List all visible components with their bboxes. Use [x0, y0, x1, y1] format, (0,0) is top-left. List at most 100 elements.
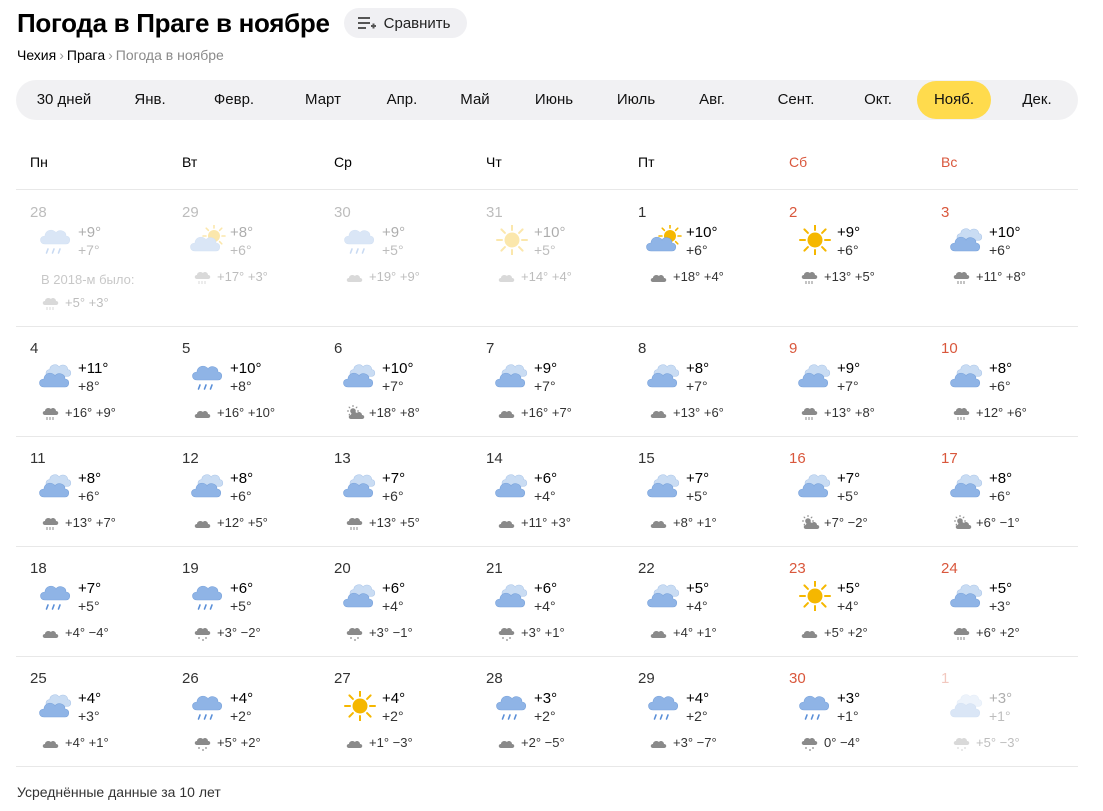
day-cell[interactable]: 10 +8° +6° +12° +6° [927, 327, 1077, 436]
day-cell[interactable]: 17 +8° +6° +6° −1° [927, 437, 1077, 546]
day-cell[interactable]: 7 +9° +7° +16° +7° [472, 327, 622, 436]
temp-max: +11° [78, 360, 109, 377]
temp-min: +5° [837, 488, 859, 504]
breadcrumb-country[interactable]: Чехия [17, 47, 56, 63]
day-cell[interactable]: 13 +7° +6° +13° +5° [320, 437, 470, 546]
day-cell[interactable]: 31 +10° +5° +14° +4° [472, 191, 622, 326]
temp-min: +4° [534, 488, 556, 504]
temp-min: +7° [78, 242, 100, 258]
day-cell[interactable]: 9 +9° +7° +13° +8° [775, 327, 925, 436]
hist-rain-icon [800, 269, 820, 285]
day-cell[interactable]: 1 +10° +6° +18° +4° [624, 191, 774, 326]
temp-min: +8° [78, 378, 100, 394]
day-cell[interactable]: 23 +5° +4° +5° +2° [775, 547, 925, 656]
day-cell[interactable]: 28 +3° +2° +2° −5° [472, 657, 622, 766]
day-cell[interactable]: 26 +4° +2° +5° +2° [168, 657, 318, 766]
cloud-icon [949, 225, 985, 255]
temp-min: +1° [989, 708, 1011, 724]
day-cell[interactable]: 28 +9° +7° В 2018-м было: +5° +3° [16, 191, 166, 326]
history-note: В 2018-м было: [41, 272, 135, 287]
hist-cloud-icon [649, 625, 669, 641]
day-number: 3 [941, 204, 950, 221]
hist-cloud-icon [649, 735, 669, 751]
weekday-header: Пн Вт Ср Чт Пт Сб Вс [16, 145, 1078, 190]
day-cell[interactable]: 5 +10° +8° +16° +10° [168, 327, 318, 436]
history-temps: +12° +5° [217, 515, 268, 530]
day-cell[interactable]: 2 +9° +6° +13° +5° [775, 191, 925, 326]
day-cell[interactable]: 18 +7° +5° +4° −4° [16, 547, 166, 656]
month-tab[interactable]: Янв. [117, 81, 183, 119]
month-tab[interactable]: Май [443, 81, 507, 119]
weekday-label: Чт [486, 154, 502, 170]
temp-min: +5° [686, 488, 708, 504]
hist-sun-cloud-icon [952, 515, 972, 531]
temp-max: +7° [837, 470, 861, 487]
day-cell[interactable]: 6 +10° +7° +18° +8° [320, 327, 470, 436]
day-cell[interactable]: 27 +4° +2° +1° −3° [320, 657, 470, 766]
temp-min: +3° [989, 598, 1011, 614]
day-number: 21 [486, 560, 503, 577]
temp-max: +10° [534, 224, 566, 241]
day-cell[interactable]: 29 +4° +2° +3° −7° [624, 657, 774, 766]
hist-cloud-icon [193, 405, 213, 421]
day-cell[interactable]: 22 +5° +4° +4° +1° [624, 547, 774, 656]
temp-min: +4° [534, 598, 556, 614]
temp-max: +3° [989, 690, 1013, 707]
temp-max: +10° [989, 224, 1021, 241]
month-tab[interactable]: Июнь [516, 81, 592, 119]
month-tab[interactable]: Февр. [192, 81, 276, 119]
breadcrumb-city[interactable]: Прага [67, 47, 105, 63]
history-temps: +5° +3° [65, 295, 109, 310]
month-tab[interactable]: Дек. [1000, 81, 1074, 119]
history-temps: +6° +2° [976, 625, 1020, 640]
day-cell[interactable]: 8 +8° +7° +13° +6° [624, 327, 774, 436]
day-cell[interactable]: 24 +5° +3° +6° +2° [927, 547, 1077, 656]
day-number: 19 [182, 560, 199, 577]
day-cell[interactable]: 15 +7° +5° +8° +1° [624, 437, 774, 546]
month-tab[interactable]: 30 дней [20, 81, 108, 119]
temp-max: +10° [230, 360, 262, 377]
month-tab[interactable]: Сент. [753, 81, 839, 119]
day-number: 30 [789, 670, 806, 687]
month-tab[interactable]: Окт. [848, 81, 908, 119]
calendar-week-row: 18 +7° +5° +4° −4° 19 +6° +5° +3° −2° 20 +6° +4° +3… [16, 547, 1078, 657]
compare-button[interactable]: Сравнить [343, 8, 467, 38]
month-tab[interactable]: Авг. [680, 81, 744, 119]
day-cell[interactable]: 30 +3° +1° 0° −4° [775, 657, 925, 766]
day-cell[interactable]: 11 +8° +6° +13° +7° [16, 437, 166, 546]
month-tab[interactable]: Нояб. [917, 81, 991, 119]
month-tab[interactable]: Июль [601, 81, 671, 119]
hist-cloud-icon [649, 515, 669, 531]
hist-cloud-icon [497, 405, 517, 421]
day-cell[interactable]: 1 +3° +1° +5° −3° [927, 657, 1077, 766]
day-cell[interactable]: 4 +11° +8° +16° +9° [16, 327, 166, 436]
weekday-label: Вс [941, 154, 958, 170]
weekday-label: Вт [182, 154, 198, 170]
day-cell[interactable]: 25 +4° +3° +4° +1° [16, 657, 166, 766]
month-tab[interactable]: Апр. [370, 81, 434, 119]
day-cell[interactable]: 12 +8° +6° +12° +5° [168, 437, 318, 546]
day-number: 5 [182, 340, 191, 357]
temp-max: +9° [78, 224, 102, 241]
day-cell[interactable]: 3 +10° +6° +11° +8° [927, 191, 1077, 326]
temp-min: +5° [78, 598, 100, 614]
day-cell[interactable]: 16 +7° +5° +7° −2° [775, 437, 925, 546]
history-temps: +19° +9° [369, 269, 420, 284]
day-cell[interactable]: 14 +6° +4° +11° +3° [472, 437, 622, 546]
cloud-icon [949, 691, 985, 721]
day-number: 16 [789, 450, 806, 467]
hist-snow-icon [193, 735, 213, 751]
day-cell[interactable]: 30 +9° +5° +19° +9° [320, 191, 470, 326]
day-cell[interactable]: 19 +6° +5° +3° −2° [168, 547, 318, 656]
day-number: 24 [941, 560, 958, 577]
day-cell[interactable]: 21 +6° +4° +3° +1° [472, 547, 622, 656]
cloud-icon [949, 581, 985, 611]
hist-cloud-icon [649, 269, 669, 285]
temp-min: +6° [78, 488, 100, 504]
month-tab[interactable]: Март [285, 81, 361, 119]
weekday-label: Ср [334, 154, 352, 170]
day-cell[interactable]: 20 +6° +4° +3° −1° [320, 547, 470, 656]
day-cell[interactable]: 29 +8° +6° +17° +3° [168, 191, 318, 326]
hist-cloud-icon [41, 625, 61, 641]
history-temps: +7° −2° [824, 515, 868, 530]
